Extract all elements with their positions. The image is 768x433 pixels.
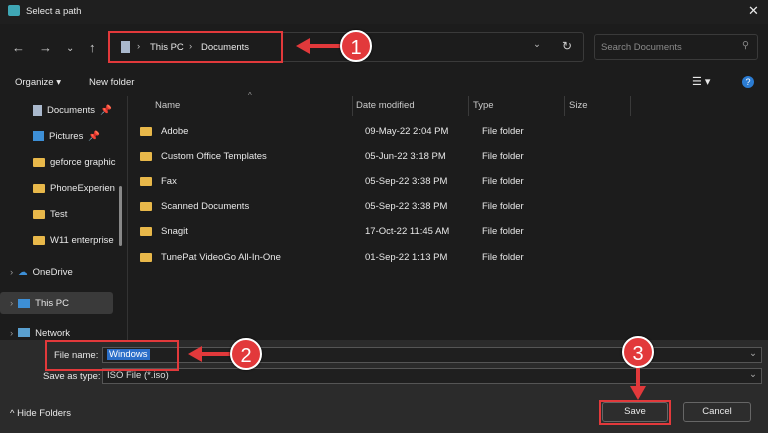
pictures-icon <box>33 131 44 141</box>
pin-icon: 📌 <box>100 104 112 116</box>
sidebar-item-documents[interactable]: Documents 📌 <box>0 99 118 121</box>
search-icon: ⚲ <box>742 40 749 51</box>
file-row[interactable]: Snagit 17-Oct-22 11:45 AM File folder <box>140 220 620 242</box>
file-row[interactable]: Scanned Documents 05-Sep-22 3:38 PM File f… <box>140 195 620 217</box>
close-icon[interactable]: ✕ <box>748 3 759 19</box>
sidebar-item-test[interactable]: Test <box>0 203 118 225</box>
sidebar-item-onedrive[interactable]: › ☁ OneDrive <box>0 261 118 283</box>
file-row[interactable]: Custom Office Templates 05-Jun-22 3:18 PM… <box>140 145 620 167</box>
save-type-select[interactable]: ISO File (*.iso) ⌄ <box>102 368 762 384</box>
sidebar-item-network[interactable]: › Network <box>0 328 118 340</box>
column-headers: ^ Name Date modified Type Size <box>130 91 768 116</box>
folder-icon <box>140 226 152 236</box>
annotation-arrow-3 <box>636 368 640 388</box>
annotation-badge-3: 3 <box>622 336 654 368</box>
folder-icon <box>140 151 152 161</box>
folder-icon <box>140 176 152 186</box>
search-placeholder: Search Documents <box>601 42 682 53</box>
folder-icon <box>33 183 45 193</box>
file-row[interactable]: Fax 05-Sep-22 3:38 PM File folder <box>140 170 620 192</box>
pin-icon: 📌 <box>88 130 101 142</box>
folder-icon <box>140 252 152 262</box>
up-icon[interactable]: ↑ <box>89 40 96 55</box>
document-icon <box>33 104 42 116</box>
cancel-button[interactable]: Cancel <box>683 402 751 422</box>
network-icon <box>18 328 31 337</box>
column-type[interactable]: Type <box>473 100 494 111</box>
sidebar-item-geforce[interactable]: geforce graphic <box>0 151 118 173</box>
expand-chevron-icon: › <box>10 297 14 309</box>
sidebar-item-phoneexperience[interactable]: PhoneExperien <box>0 177 118 199</box>
search-input[interactable]: Search Documents ⚲ <box>594 34 758 60</box>
address-dropdown-icon[interactable]: ⌄ <box>533 39 541 50</box>
help-icon[interactable]: ? <box>742 76 754 88</box>
app-icon <box>8 5 20 16</box>
annotation-badge-1: 1 <box>340 30 372 62</box>
file-row[interactable]: Adobe 09-May-22 2:04 PM File folder <box>140 120 620 142</box>
file-row[interactable]: TunePat VideoGo All-In-One 01-Sep-22 1:13… <box>140 246 620 268</box>
save-type-label: Save as type: <box>43 371 101 382</box>
annotation-box-1 <box>108 31 283 63</box>
sidebar-item-this-pc[interactable]: › This PC <box>0 292 113 314</box>
folder-icon <box>33 235 45 245</box>
window-title: Select a path <box>26 6 82 17</box>
recent-chevron-icon[interactable]: ⌄ <box>66 43 74 54</box>
cloud-icon: ☁ <box>18 266 28 278</box>
folder-icon <box>33 209 45 219</box>
annotation-badge-2: 2 <box>230 338 262 370</box>
annotation-box-3 <box>599 400 671 425</box>
back-icon[interactable]: ← <box>12 40 25 55</box>
sidebar-scrollbar[interactable] <box>119 186 122 246</box>
navigation-pane: Documents 📌 Pictures 📌 geforce graphic Pho… <box>0 96 128 340</box>
column-size[interactable]: Size <box>569 100 587 111</box>
annotation-box-2 <box>45 340 179 371</box>
sidebar-item-pictures[interactable]: Pictures 📌 <box>0 125 118 147</box>
view-options-icon[interactable]: ☰ ▾ <box>692 75 710 88</box>
forward-icon[interactable]: → <box>39 40 52 55</box>
expand-chevron-icon: › <box>10 266 14 278</box>
sidebar-item-w11[interactable]: W11 enterprise <box>0 229 118 251</box>
folder-icon <box>33 157 45 167</box>
folder-icon <box>140 126 152 136</box>
column-name[interactable]: Name <box>155 100 180 111</box>
pc-icon <box>18 298 31 308</box>
organize-button[interactable]: Organize ▾ <box>15 77 61 88</box>
new-folder-button[interactable]: New folder <box>89 77 134 88</box>
refresh-icon[interactable]: ↻ <box>562 39 572 53</box>
title-bar: Select a path ✕ <box>0 0 768 24</box>
column-date[interactable]: Date modified <box>356 100 415 111</box>
hide-folders-button[interactable]: ^ Hide Folders <box>10 408 71 419</box>
folder-icon <box>140 201 152 211</box>
sort-ascending-icon: ^ <box>248 91 252 100</box>
